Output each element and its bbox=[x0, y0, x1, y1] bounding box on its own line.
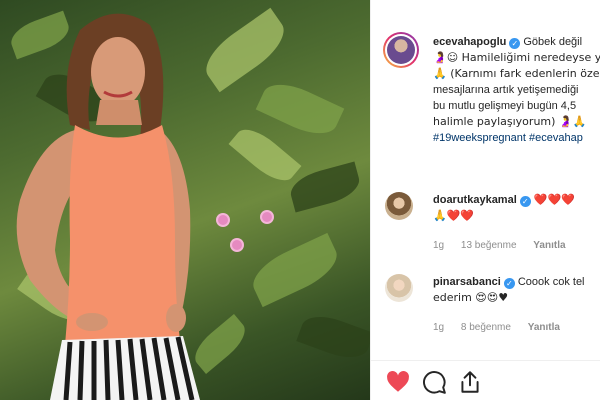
caption-line: 🤰☺ Hamileliğimi neredeyse y bbox=[433, 51, 600, 64]
author-avatar[interactable] bbox=[383, 32, 419, 68]
comment-text: pinarsabanci ✓ Coook cok tel ederim 😍😍♥ bbox=[433, 274, 585, 306]
comment-meta: 1g 13 beğenme Yanıtla bbox=[433, 240, 580, 251]
share-icon[interactable] bbox=[457, 369, 483, 395]
verified-badge-icon: ✓ bbox=[509, 38, 521, 49]
commenter-username[interactable]: doarutkaykamal bbox=[433, 194, 517, 206]
comment-body: ❤️❤️❤️ bbox=[533, 193, 575, 206]
verified-badge-icon: ✓ bbox=[503, 278, 515, 289]
verified-badge-icon: ✓ bbox=[519, 196, 531, 207]
caption: ecevahapoglu ✓ Göbek değil 🤰☺ Hamileliğimi… bbox=[433, 34, 600, 146]
comment-likes[interactable]: 8 beğenme bbox=[461, 322, 511, 333]
post-caption-block: ecevahapoglu ✓ Göbek değil 🤰☺ Hamileliğimi… bbox=[371, 30, 600, 150]
heart-icon[interactable] bbox=[385, 369, 411, 395]
commenter-avatar[interactable] bbox=[385, 274, 413, 302]
comment-body: Coook cok tel bbox=[517, 276, 585, 288]
comment-item: pinarsabanci ✓ Coook cok tel ederim 😍😍♥ 1g… bbox=[371, 270, 600, 340]
caption-line: Göbek değil bbox=[523, 36, 583, 48]
caption-line: bu mutlu gelişmeyi bugün 4,5 bbox=[433, 100, 577, 112]
comment-item: doarutkaykamal ✓ ❤️❤️❤️ 🙏❤️❤️ 1g 13 beğenm… bbox=[371, 188, 600, 258]
commenter-username[interactable]: pinarsabanci bbox=[433, 276, 501, 288]
caption-line: 🙏 (Karnımı fark edenlerin öze bbox=[433, 67, 600, 80]
post-sidebar: ecevahapoglu ✓ Göbek değil 🤰☺ Hamileliğimi… bbox=[370, 0, 600, 400]
caption-line: mesajlarına artık yetişemediği bbox=[433, 84, 579, 96]
hashtags-link[interactable]: #19weekspregnant #ecevahap bbox=[433, 130, 600, 146]
comment-body: 🙏❤️❤️ bbox=[433, 209, 475, 222]
comment-body: ederim 😍😍♥ bbox=[433, 291, 509, 304]
caption-line: halimle paylaşıyorum) 🤰🙏 bbox=[433, 115, 587, 128]
reply-button[interactable]: Yanıtla bbox=[528, 322, 560, 333]
comment-meta: 1g 8 beğenme Yanıtla bbox=[433, 322, 574, 333]
comment-time[interactable]: 1g bbox=[433, 322, 444, 333]
comment-likes[interactable]: 13 beğenme bbox=[461, 240, 517, 251]
post-photo[interactable] bbox=[0, 0, 370, 400]
comment-text: doarutkaykamal ✓ ❤️❤️❤️ 🙏❤️❤️ bbox=[433, 192, 575, 224]
comment-bubble-icon[interactable] bbox=[421, 369, 447, 395]
action-bar bbox=[371, 360, 600, 400]
comment-time[interactable]: 1g bbox=[433, 240, 444, 251]
author-username[interactable]: ecevahapoglu bbox=[433, 36, 506, 48]
commenter-avatar[interactable] bbox=[385, 192, 413, 220]
woman-figure bbox=[16, 13, 200, 400]
reply-button[interactable]: Yanıtla bbox=[533, 240, 565, 251]
